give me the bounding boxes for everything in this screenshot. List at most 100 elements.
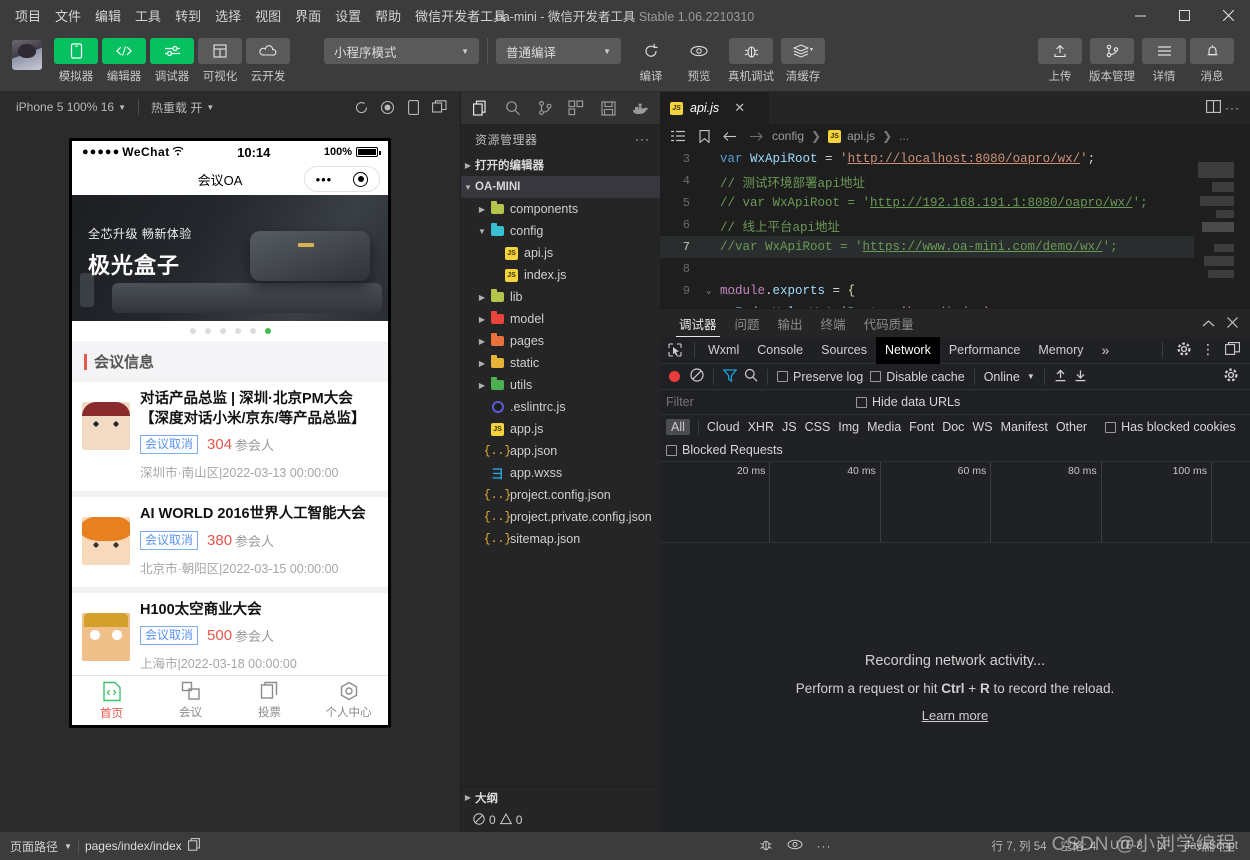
dot-active[interactable] — [264, 328, 271, 334]
tab-output[interactable]: 输出 — [769, 309, 812, 337]
code-token-url[interactable]: http://localhost:8080/oapro/wx/ — [848, 152, 1081, 166]
has-blocked-cookies-checkbox[interactable]: Has blocked cookies — [1105, 420, 1236, 434]
dock-icon[interactable] — [1225, 342, 1240, 358]
forward-icon[interactable] — [746, 131, 766, 142]
source-control-icon[interactable] — [529, 93, 561, 123]
window-icon[interactable] — [426, 96, 452, 118]
list-item[interactable]: H100太空商业大会 会议取消 500 参会人 上海市|2022-03-18 0… — [72, 593, 388, 675]
code-token-url[interactable]: http://192.168.191.1:8080/oapro/wx/ — [870, 196, 1133, 210]
menu-item-help[interactable]: 帮助 — [368, 3, 408, 28]
record-button[interactable] — [669, 371, 680, 382]
save-icon[interactable] — [592, 93, 624, 123]
tab-code-quality[interactable]: 代码质量 — [855, 309, 923, 337]
toolbar-button-messages[interactable]: 消息 — [1190, 38, 1234, 84]
menu-item-edit[interactable]: 编辑 — [88, 3, 128, 28]
menu-item-tools[interactable]: 工具 — [128, 3, 168, 28]
wechat-capsule[interactable]: ••• — [304, 166, 380, 192]
menu-item-project[interactable]: 项目 — [8, 3, 48, 28]
list-item[interactable]: 对话产品总监 | 深圳·北京PM大会【深度对话小米/京东/等产品总监】 会议取消… — [72, 382, 388, 498]
network-timeline[interactable]: 20 ms 40 ms 60 ms 80 ms 100 ms — [660, 461, 1250, 543]
import-har-icon[interactable] — [1054, 368, 1067, 385]
minimize-button[interactable] — [1118, 0, 1162, 30]
type-filter-manifest[interactable]: Manifest — [1001, 420, 1048, 434]
filter-icon[interactable] — [722, 368, 738, 385]
inspect-element-icon[interactable] — [660, 343, 690, 357]
devtools-tab-console[interactable]: Console — [748, 337, 812, 364]
docker-icon[interactable] — [624, 93, 656, 123]
toolbar-button-upload[interactable]: 上传 — [1038, 38, 1082, 84]
eol-setting[interactable]: LF — [1157, 840, 1170, 852]
search-icon[interactable] — [497, 93, 529, 123]
tab-home[interactable]: 首页 — [72, 676, 151, 725]
dot[interactable] — [249, 328, 256, 334]
explorer-section-outline[interactable]: ▶ 大纲 — [461, 786, 660, 808]
device-icon[interactable] — [400, 96, 426, 118]
encoding-setting[interactable]: UTF-8 — [1110, 840, 1143, 852]
hot-reload-select[interactable]: 热重载 开 ▼ — [143, 99, 222, 116]
toolbar-button-clear-cache[interactable]: ▼ 清缓存 — [781, 38, 825, 84]
editor-scrollbar[interactable] — [1236, 148, 1250, 308]
tab-terminal[interactable]: 终端 — [812, 309, 855, 337]
tab-vote[interactable]: 投票 — [230, 676, 309, 725]
clear-button[interactable] — [690, 368, 704, 385]
filter-input[interactable] — [666, 393, 846, 411]
settings-gear-icon[interactable] — [1177, 341, 1191, 359]
type-filter-ws[interactable]: WS — [972, 420, 992, 434]
breadcrumb-file[interactable]: api.js — [847, 129, 875, 143]
learn-more-link[interactable]: Learn more — [922, 708, 988, 723]
toolbar-button-visualization[interactable]: 可视化 — [198, 38, 242, 84]
explorer-section-project[interactable]: ▼ OA-MINI — [461, 176, 660, 198]
bookmark-icon[interactable] — [694, 129, 714, 143]
search-icon[interactable] — [744, 368, 758, 385]
devtools-tab-sources[interactable]: Sources — [812, 337, 876, 364]
menu-item-view[interactable]: 视图 — [248, 3, 288, 28]
toolbar-button-version[interactable]: 版本管理 — [1086, 38, 1138, 84]
toolbar-button-details[interactable]: 详情 — [1142, 38, 1186, 84]
toolbar-button-editor[interactable]: 编辑器 — [102, 38, 146, 84]
toolbar-button-debugger[interactable]: 调试器 — [150, 38, 194, 84]
rotate-icon[interactable] — [348, 96, 374, 118]
home-banner[interactable]: 全芯升级 畅新体验 极光盒子 — [72, 195, 388, 321]
type-filter-doc[interactable]: Doc — [942, 420, 964, 434]
language-mode[interactable]: JavaScript — [1184, 840, 1238, 852]
type-filter-xhr[interactable]: XHR — [748, 420, 774, 434]
tree-item-app-json[interactable]: {..} app.json — [461, 440, 660, 462]
tree-item-sitemap[interactable]: {..} sitemap.json — [461, 528, 660, 550]
explorer-section-open-editors[interactable]: ▶ 打开的编辑器 — [461, 154, 660, 176]
code-token-url[interactable]: https://www.oa-mini.com/demo/wx/ — [863, 240, 1103, 254]
devtools-tab-performance[interactable]: Performance — [940, 337, 1030, 364]
problems-summary[interactable]: 0 0 — [461, 808, 660, 832]
toolbar-button-cloud[interactable]: 云开发 — [246, 38, 290, 84]
menu-item-interface[interactable]: 界面 — [288, 3, 328, 28]
back-icon[interactable] — [720, 131, 740, 142]
throttling-select[interactable]: Online — [984, 370, 1020, 384]
files-icon[interactable] — [465, 93, 497, 123]
chevron-up-icon[interactable] — [1202, 316, 1215, 331]
close-button[interactable] — [1206, 0, 1250, 30]
type-filter-img[interactable]: Img — [838, 420, 859, 434]
type-filter-other[interactable]: Other — [1056, 420, 1087, 434]
cursor-position[interactable]: 行 7, 列 54 — [992, 838, 1047, 854]
dot[interactable] — [204, 328, 211, 334]
type-filter-media[interactable]: Media — [867, 420, 901, 434]
toolbar-button-simulator[interactable]: 模拟器 — [54, 38, 98, 84]
export-har-icon[interactable] — [1074, 369, 1087, 385]
close-icon[interactable] — [1227, 316, 1238, 331]
tree-item-app-js[interactable]: JS app.js — [461, 418, 660, 440]
close-capsule-icon[interactable] — [353, 171, 369, 187]
maximize-button[interactable] — [1162, 0, 1206, 30]
outline-list-icon[interactable] — [668, 130, 688, 142]
code-editor[interactable]: 3 var WxApiRoot = ' http://localhost:8080/… — [660, 148, 1250, 308]
toolbar-button-preview[interactable]: 预览 — [677, 38, 721, 84]
devtools-tab-network[interactable]: Network — [875, 336, 940, 364]
type-filter-css[interactable]: CSS — [805, 420, 831, 434]
page-path-group[interactable]: 页面路径 ▼ pages/index/index — [0, 838, 210, 855]
list-item[interactable]: AI WORLD 2016世界人工智能大会 会议取消 380 参会人 北京市·朝… — [72, 497, 388, 593]
mode-select[interactable]: 小程序模式 ▼ — [324, 38, 479, 64]
copy-icon[interactable] — [187, 838, 200, 854]
menu-item-file[interactable]: 文件 — [48, 3, 88, 28]
tree-item-project-config[interactable]: {..} project.config.json — [461, 484, 660, 506]
bug-icon[interactable] — [759, 838, 773, 855]
disable-cache-checkbox[interactable]: Disable cache — [870, 370, 965, 384]
tree-item-static[interactable]: ▶ static — [461, 352, 660, 374]
